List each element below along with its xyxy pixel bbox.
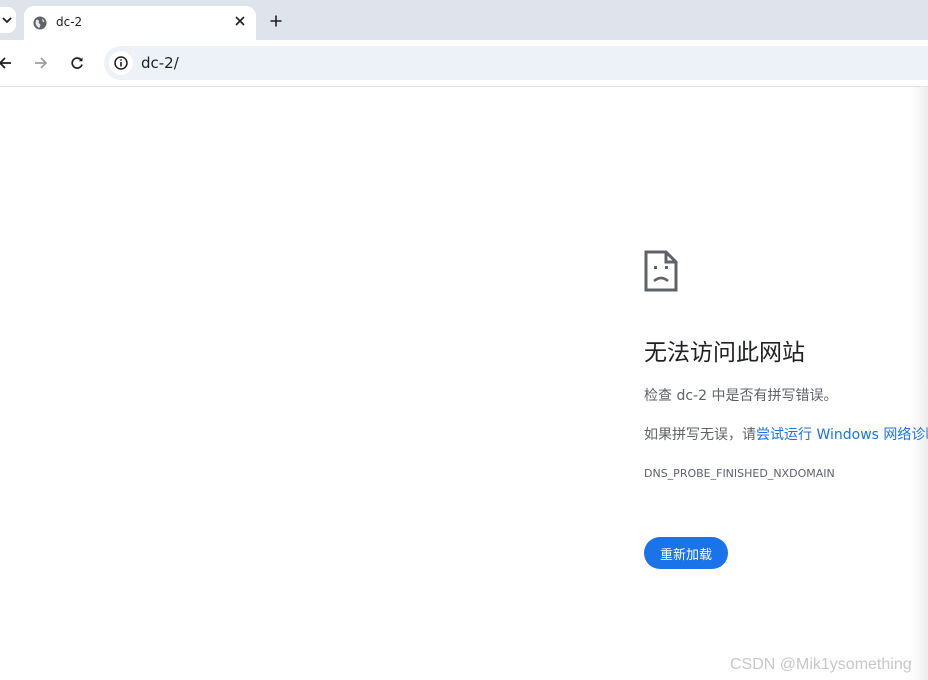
tab-search-button[interactable]	[0, 7, 16, 33]
back-button[interactable]	[0, 54, 14, 72]
arrow-right-icon	[35, 57, 48, 69]
url-text[interactable]: dc-2/	[141, 53, 179, 73]
error-page	[0, 87, 928, 680]
watermark: CSDN @Mik1ysomething	[730, 656, 912, 673]
plus-icon	[270, 15, 282, 27]
tab-title: dc-2	[56, 15, 83, 29]
forward-button[interactable]	[32, 54, 50, 72]
side-panel-edge	[910, 87, 928, 680]
network-diagnostics-link[interactable]: 尝试运行 Windows 网络诊断	[756, 427, 928, 443]
tab-strip: dc-2	[0, 0, 928, 40]
close-icon	[235, 16, 245, 26]
error-code: DNS_PROBE_FINISHED_NXDOMAIN	[644, 467, 835, 480]
browser-toolbar: dc-2/	[0, 40, 928, 87]
close-tab-button[interactable]	[231, 12, 249, 30]
sad-document-icon	[644, 250, 678, 292]
reload-page-button[interactable]: 重新加载	[644, 537, 728, 569]
browser-tab[interactable]: dc-2	[24, 6, 256, 40]
reload-button[interactable]	[68, 54, 86, 72]
new-tab-button[interactable]	[266, 11, 286, 31]
info-icon	[114, 56, 128, 70]
error-suggestion-diagnostics: 如果拼写无误，请尝试运行 Windows 网络诊断	[644, 425, 928, 445]
diagnostics-prefix: 如果拼写无误，请	[644, 427, 756, 443]
globe-icon	[33, 16, 47, 30]
arrow-left-icon	[0, 57, 11, 69]
chevron-down-icon	[2, 17, 12, 24]
error-title: 无法访问此网站	[644, 340, 805, 366]
address-bar[interactable]: dc-2/	[104, 46, 928, 80]
error-suggestion-spelling: 检查 dc-2 中是否有拼写错误。	[644, 388, 838, 404]
site-info-button[interactable]	[109, 51, 133, 75]
reload-icon	[71, 57, 83, 69]
